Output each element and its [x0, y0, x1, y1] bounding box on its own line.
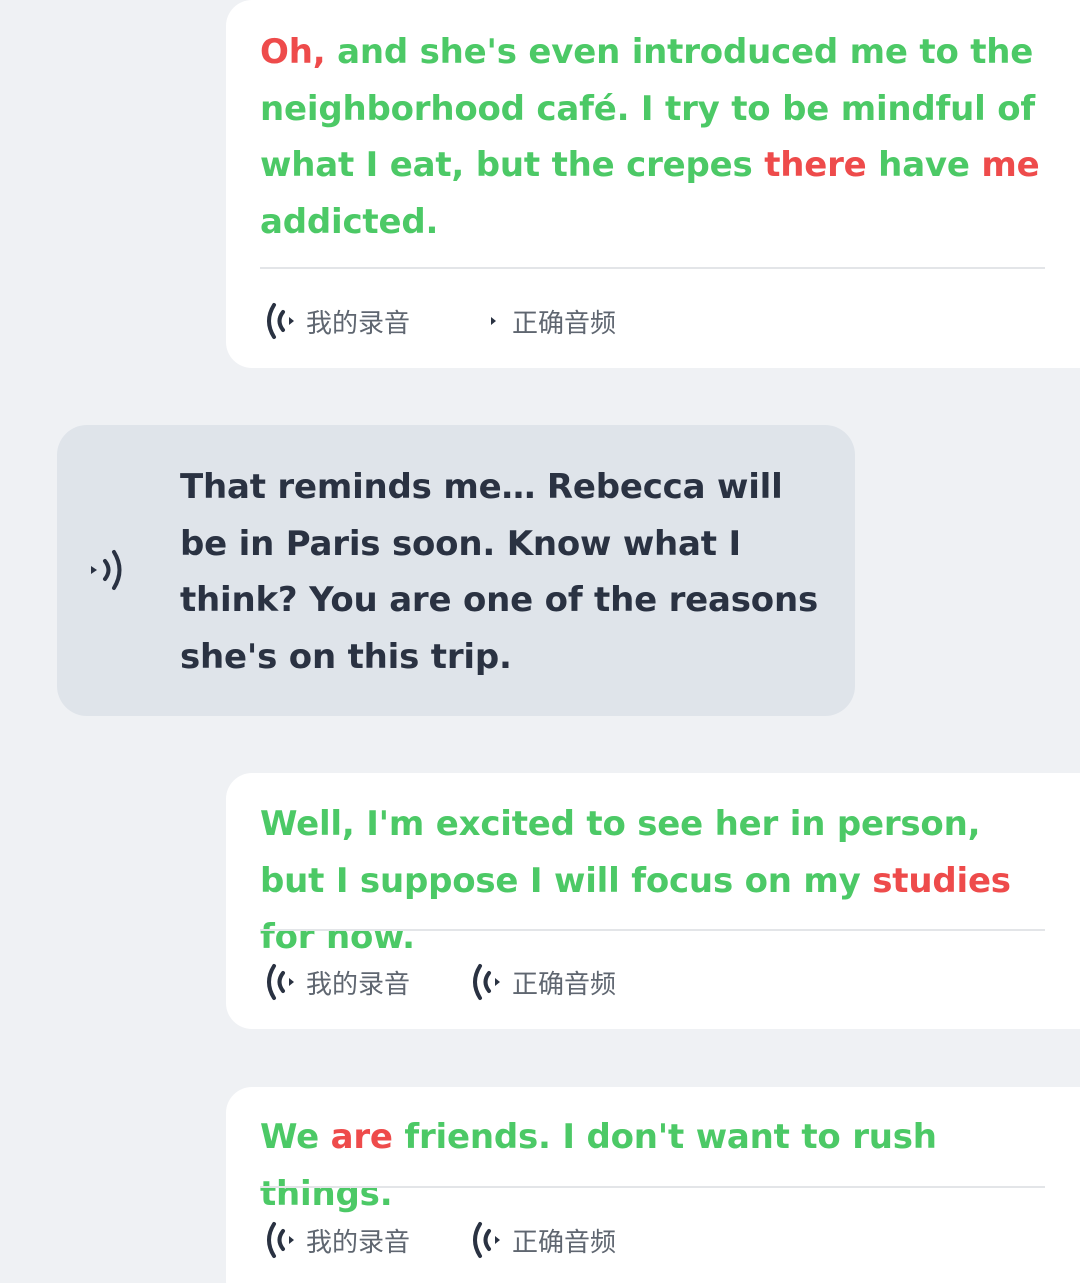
user-message-text: We are friends. I don't want to rush thi… — [260, 1087, 1050, 1222]
word-incorrect[interactable]: Oh, — [260, 32, 326, 72]
card-divider — [260, 929, 1045, 931]
user-message-card: Well, I'm excited to see her in person, … — [226, 773, 1080, 1029]
audio-wave-icon — [260, 299, 306, 343]
word-incorrect[interactable]: me — [981, 145, 1039, 185]
audio-controls: 我的录音 正确音频 — [260, 960, 616, 1004]
word-correct: addicted. — [260, 201, 439, 242]
word-incorrect[interactable]: there — [764, 145, 867, 185]
word-incorrect[interactable]: are — [331, 1117, 393, 1157]
word-correct: for now. — [260, 917, 415, 957]
user-message-text: Well, I'm excited to see her in person, … — [260, 773, 1050, 966]
speaker-icon[interactable] — [87, 547, 131, 593]
my-recording-button[interactable]: 我的录音 — [260, 299, 466, 343]
audio-wave-icon — [260, 960, 306, 1004]
my-recording-label: 我的录音 — [306, 1227, 411, 1258]
my-recording-button[interactable]: 我的录音 — [260, 960, 466, 1004]
correct-audio-button[interactable]: 正确音频 — [466, 960, 616, 1004]
bot-message-text: That reminds me… Rebecca will be in Pari… — [180, 467, 819, 677]
card-divider — [260, 267, 1045, 269]
correct-audio-button[interactable]: 正确音频 — [466, 299, 616, 343]
user-message-card: Oh, and she's even introduced me to the … — [226, 0, 1080, 368]
correct-audio-label: 正确音频 — [512, 308, 617, 339]
my-recording-label: 我的录音 — [306, 969, 411, 1000]
correct-audio-button[interactable]: 正确音频 — [466, 1218, 616, 1262]
my-recording-label: 我的录音 — [306, 308, 411, 339]
audio-playing-icon — [466, 299, 512, 343]
word-correct: We — [260, 1117, 331, 1157]
audio-wave-icon — [466, 960, 512, 1004]
audio-wave-icon — [466, 1218, 512, 1262]
conversation-view: Oh, and she's even introduced me to the … — [0, 0, 1080, 1283]
audio-wave-icon — [260, 1218, 306, 1262]
correct-audio-label: 正确音频 — [512, 1227, 617, 1258]
audio-controls: 我的录音 正确音频 — [260, 1218, 616, 1262]
bot-message-bubble: That reminds me… Rebecca will be in Pari… — [57, 425, 855, 716]
word-correct: have — [866, 145, 982, 185]
my-recording-button[interactable]: 我的录音 — [260, 1218, 466, 1262]
card-divider — [260, 1186, 1045, 1188]
correct-audio-label: 正确音频 — [512, 969, 617, 1000]
word-incorrect[interactable]: studies — [872, 861, 1011, 901]
user-message-text: Oh, and she's even introduced me to the … — [260, 0, 1050, 250]
audio-controls: 我的录音 正确音频 — [260, 299, 616, 343]
user-message-card: We are friends. I don't want to rush thi… — [226, 1087, 1080, 1283]
